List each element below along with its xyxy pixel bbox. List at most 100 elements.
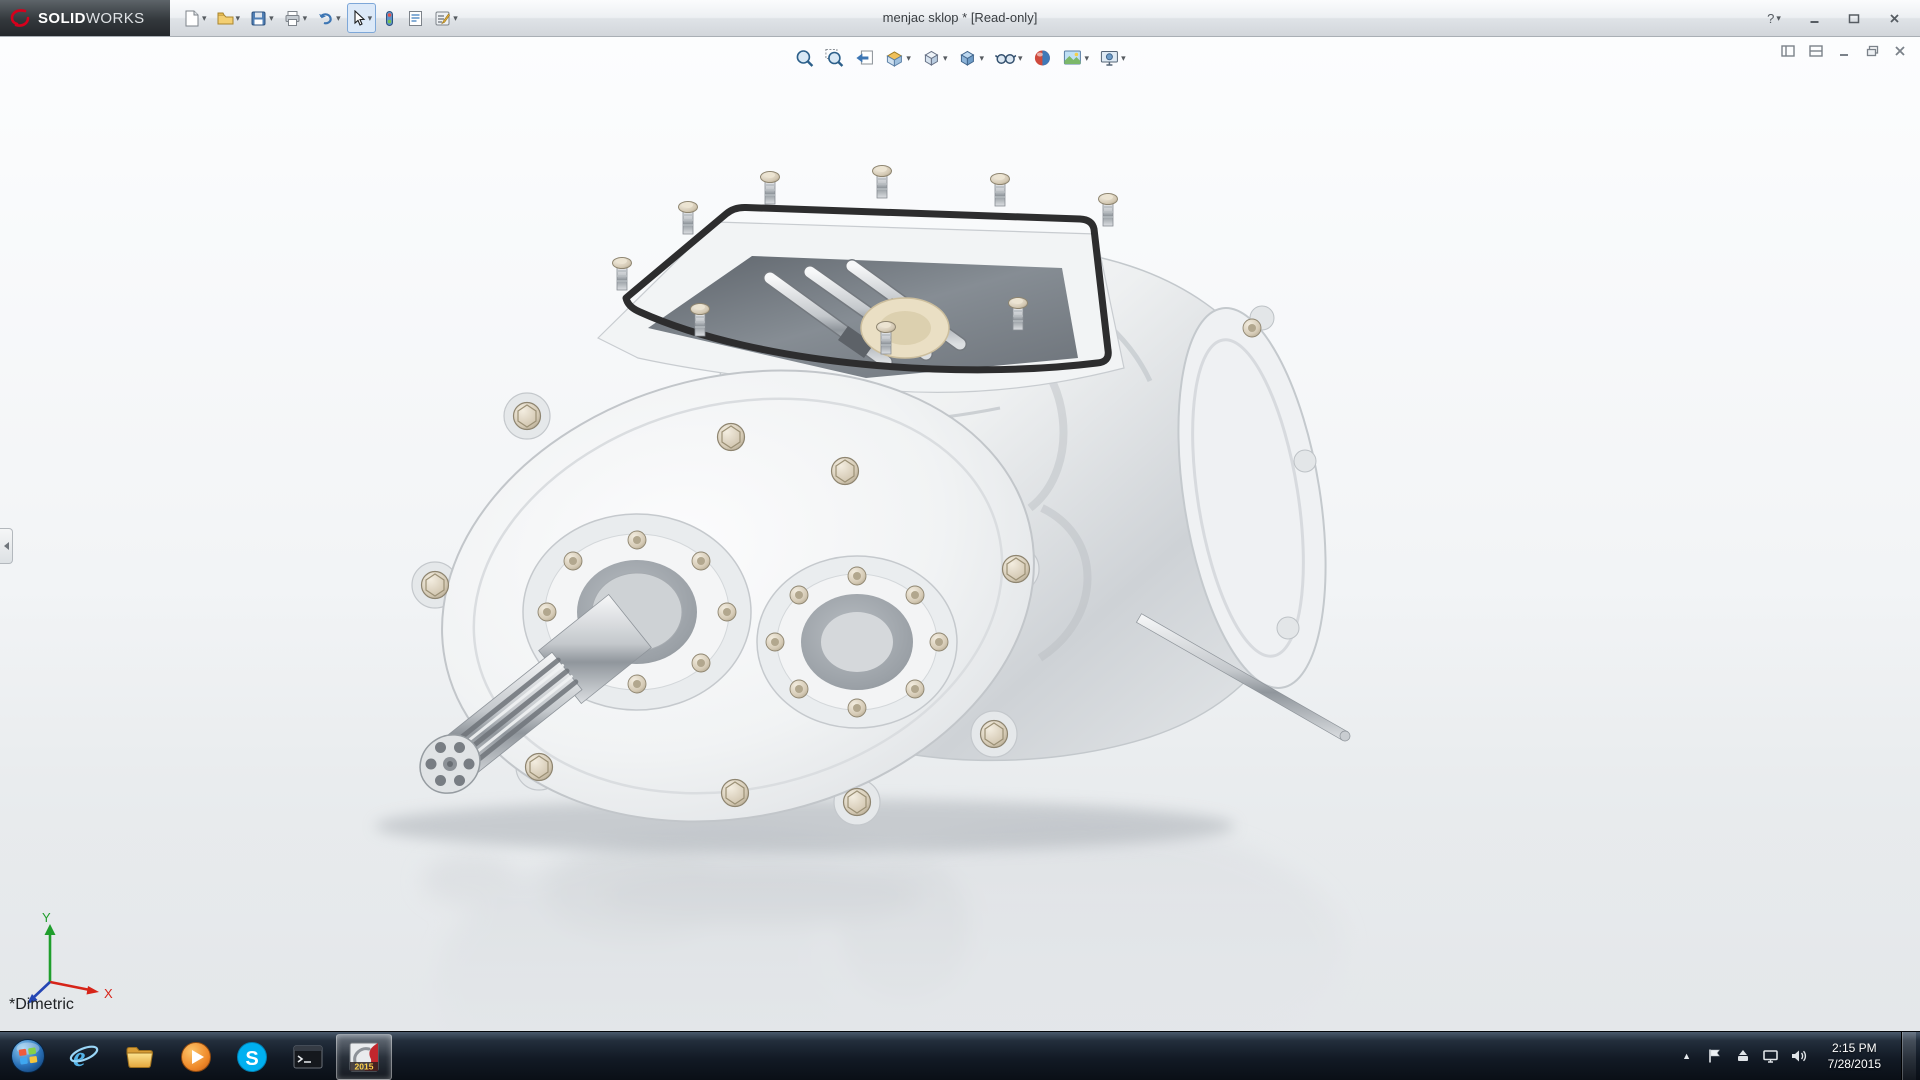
view-orientation-label: *Dimetric — [9, 996, 74, 1014]
start-button[interactable] — [0, 1032, 56, 1080]
select-button[interactable]: ▾ — [347, 3, 377, 33]
taskbar-clock[interactable]: 2:15 PM 7/28/2015 — [1818, 1040, 1891, 1072]
collapse-arrow-icon — [4, 542, 9, 550]
rebuild-button[interactable] — [378, 3, 401, 33]
headsup-view-toolbar: ▾ ▾ ▾ ▾ — [790, 44, 1129, 72]
options-icon — [434, 10, 451, 27]
panel-collapse-tab[interactable] — [0, 528, 13, 564]
rebuild-icon — [382, 10, 397, 27]
top-cover — [598, 166, 1124, 393]
ds-logo-icon — [9, 7, 31, 29]
section-view-icon — [884, 48, 904, 68]
solidworks-brand: SOLIDWORKS — [0, 0, 170, 36]
media-player-icon — [179, 1040, 213, 1074]
solidworks-version-badge: 2015 — [355, 1062, 374, 1072]
help-button[interactable]: ?▾ — [1762, 9, 1786, 27]
previous-view-icon — [854, 48, 874, 68]
windows-start-icon — [10, 1038, 46, 1074]
doc-pane-button[interactable] — [1778, 42, 1798, 59]
taskbar-media-player[interactable] — [168, 1034, 224, 1080]
view-settings-icon — [1099, 48, 1119, 68]
print-icon — [284, 10, 301, 27]
apply-scene-button[interactable]: ▾ — [1059, 44, 1094, 72]
options-button[interactable]: ▾ — [430, 3, 462, 33]
new-document-icon — [183, 10, 200, 27]
doc-restore-button[interactable] — [1862, 42, 1882, 59]
restore-button[interactable] — [1842, 9, 1866, 27]
command-prompt-icon — [291, 1040, 325, 1074]
new-document-button[interactable]: ▾ — [179, 3, 211, 33]
show-hidden-icons-button[interactable]: ▲ — [1678, 1051, 1696, 1061]
save-icon — [250, 10, 267, 27]
doc-pane-icon — [1781, 45, 1795, 57]
graphics-viewport[interactable]: ▾ ▾ ▾ ▾ — [0, 36, 1920, 1032]
triad-y-label: Y — [42, 912, 51, 925]
window-controls: ?▾ — [1762, 9, 1920, 27]
zoom-to-area-icon — [824, 48, 844, 68]
display-style-button[interactable]: ▾ — [953, 44, 988, 72]
zoom-to-fit-button[interactable] — [790, 44, 818, 72]
undo-button[interactable]: ▾ — [313, 3, 345, 33]
view-orientation-icon — [921, 48, 941, 68]
edit-appearance-icon — [1033, 48, 1053, 68]
close-icon — [1889, 13, 1900, 24]
svg-text:S: S — [245, 1048, 258, 1070]
previous-view-button[interactable] — [850, 44, 878, 72]
main-toolbar: ▾ ▾ ▾ ▾ ▾ — [178, 3, 463, 33]
clock-date: 7/28/2015 — [1828, 1056, 1881, 1072]
windows-taskbar: e S — [0, 1031, 1920, 1080]
open-icon — [217, 10, 234, 27]
action-center-flag-icon[interactable] — [1706, 1047, 1724, 1065]
file-properties-button[interactable] — [403, 3, 428, 33]
internet-explorer-icon: e — [67, 1040, 101, 1074]
select-cursor-icon — [351, 10, 366, 27]
taskbar-solidworks[interactable]: 2015 — [336, 1034, 392, 1080]
open-button[interactable]: ▾ — [213, 3, 245, 33]
close-button[interactable] — [1882, 9, 1906, 27]
device-eject-icon[interactable] — [1734, 1047, 1752, 1065]
secondary-bore — [757, 556, 957, 728]
minimize-icon — [1809, 13, 1820, 24]
svg-text:e: e — [73, 1042, 85, 1073]
doc-restore-icon — [1866, 45, 1879, 57]
undo-icon — [317, 10, 334, 27]
solidworks-app-icon: 2015 — [347, 1040, 381, 1074]
minimize-button[interactable] — [1802, 9, 1826, 27]
hide-show-items-icon — [994, 48, 1016, 68]
doc-minimize-button[interactable] — [1834, 42, 1854, 59]
taskbar-internet-explorer[interactable]: e — [56, 1034, 112, 1080]
save-button[interactable]: ▾ — [246, 3, 278, 33]
restore-icon — [1848, 13, 1860, 24]
doc-minimize-icon — [1838, 45, 1850, 57]
file-properties-icon — [407, 10, 424, 27]
zoom-to-area-button[interactable] — [820, 44, 848, 72]
taskbar-windows-explorer[interactable] — [112, 1034, 168, 1080]
network-display-icon[interactable] — [1762, 1047, 1780, 1065]
show-desktop-button[interactable] — [1901, 1032, 1916, 1080]
doc-split-button[interactable] — [1806, 42, 1826, 59]
edit-appearance-button[interactable] — [1029, 44, 1057, 72]
menu-bar: SOLIDWORKS ▾ ▾ ▾ ▾ — [0, 0, 1920, 37]
system-tray: ▲ 2:15 PM 7/28/ — [1678, 1032, 1920, 1080]
print-button[interactable]: ▾ — [280, 3, 312, 33]
gearbox-3d-model[interactable] — [0, 36, 1920, 1032]
taskbar-apps: e S — [56, 1032, 392, 1080]
clock-time: 2:15 PM — [1828, 1040, 1881, 1056]
doc-close-icon — [1894, 45, 1906, 57]
view-orientation-button[interactable]: ▾ — [917, 44, 952, 72]
display-style-icon — [957, 48, 977, 68]
zoom-to-fit-icon — [794, 48, 814, 68]
hide-show-items-button[interactable]: ▾ — [990, 44, 1027, 72]
volume-icon[interactable] — [1790, 1047, 1808, 1065]
doc-close-button[interactable] — [1890, 42, 1910, 59]
triad-x-label: X — [104, 986, 113, 1001]
skype-icon: S — [235, 1040, 269, 1074]
view-settings-button[interactable]: ▾ — [1095, 44, 1130, 72]
section-view-button[interactable]: ▾ — [880, 44, 915, 72]
doc-split-icon — [1809, 45, 1823, 57]
document-window-controls — [1778, 42, 1910, 59]
taskbar-skype[interactable]: S — [224, 1034, 280, 1080]
apply-scene-icon — [1063, 48, 1083, 68]
taskbar-command-prompt[interactable] — [280, 1034, 336, 1080]
folder-icon — [123, 1040, 157, 1074]
